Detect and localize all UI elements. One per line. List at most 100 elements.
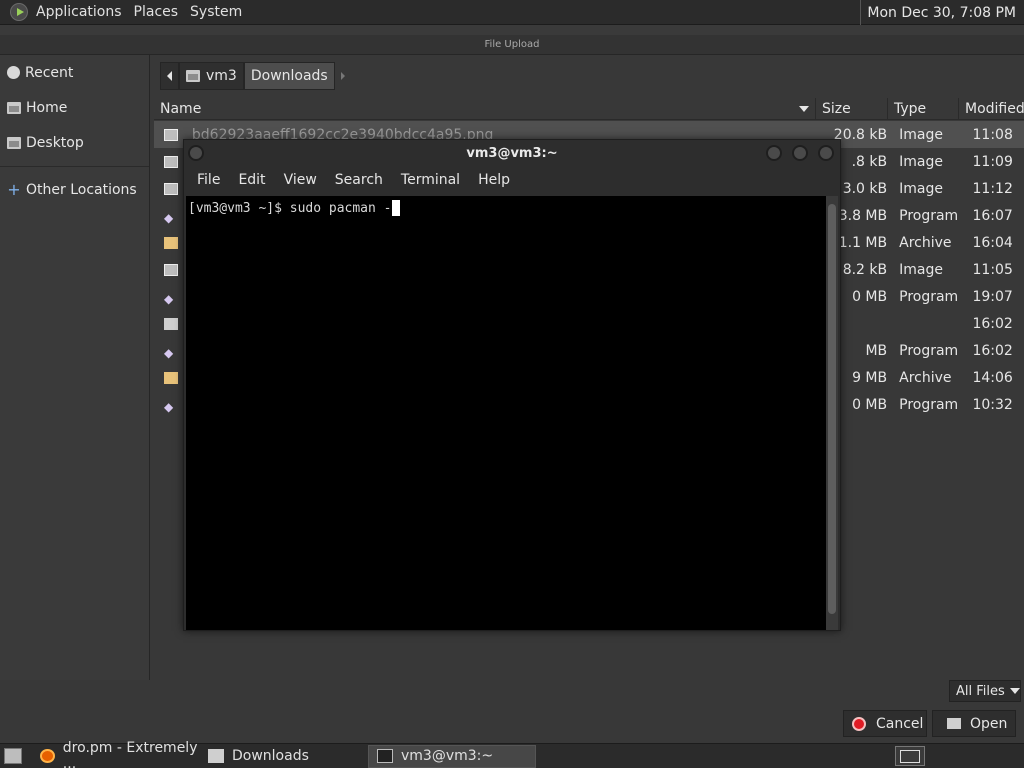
plus-icon: + xyxy=(7,179,21,199)
menu-applications[interactable]: Applications xyxy=(30,4,128,20)
sidebar-item-label: Home xyxy=(26,99,68,116)
menu-system[interactable]: System xyxy=(184,4,248,20)
chevron-down-icon xyxy=(1009,688,1020,694)
file-modified: 10:32 xyxy=(972,396,1013,413)
file-type: Image xyxy=(899,180,943,197)
terminal-scrollbar[interactable] xyxy=(826,196,838,630)
image-file-icon xyxy=(164,155,178,168)
sidebar-item-label: Other Locations xyxy=(26,181,137,198)
cancel-button[interactable]: Cancel xyxy=(843,710,927,737)
desktop-folder-icon xyxy=(7,136,21,149)
file-modified: 16:04 xyxy=(972,234,1013,251)
path-label: Downloads xyxy=(250,68,328,84)
open-label: Open xyxy=(970,715,1008,732)
menu-places[interactable]: Places xyxy=(128,4,185,20)
terminal-menu-help[interactable]: Help xyxy=(469,172,519,188)
terminal-window[interactable]: vm3@vm3:~ File Edit View Search Terminal… xyxy=(183,139,841,631)
path-button-downloads[interactable]: Downloads xyxy=(243,62,335,90)
program-file-icon xyxy=(164,345,178,357)
sidebar-item-label: Desktop xyxy=(26,134,84,151)
home-folder-icon xyxy=(7,101,21,114)
bottom-taskbar: dro.pm - Extremely ... Downloads vm3@vm3… xyxy=(0,740,1024,768)
firefox-icon xyxy=(40,749,55,763)
open-button[interactable]: Open xyxy=(932,710,1016,737)
home-folder-icon xyxy=(186,70,200,82)
terminal-titlebar[interactable]: vm3@vm3:~ xyxy=(184,140,840,166)
clock[interactable]: Mon Dec 30, 7:08 PM xyxy=(860,0,1024,25)
maximize-icon[interactable] xyxy=(792,145,808,161)
filter-label: All Files xyxy=(956,683,1005,699)
taskbar-item-terminal[interactable]: vm3@vm3:~ xyxy=(368,744,536,768)
terminal-menu-terminal[interactable]: Terminal xyxy=(392,172,469,188)
path-bar: vm3 Downloads xyxy=(160,62,351,90)
terminal-prompt-line[interactable]: [vm3@vm3 ~]$ sudo pacman - xyxy=(186,196,826,216)
window-menu-icon[interactable] xyxy=(188,145,204,161)
cancel-label: Cancel xyxy=(876,715,924,732)
chevron-right-icon xyxy=(340,72,345,80)
terminal-menu-search[interactable]: Search xyxy=(326,172,392,188)
sidebar-item-other-locations[interactable]: + Other Locations xyxy=(0,172,149,207)
chevron-left-icon xyxy=(167,71,172,81)
column-label: Name xyxy=(160,101,202,117)
file-modified: 16:02 xyxy=(972,342,1013,359)
file-type: Archive xyxy=(899,369,952,386)
archive-file-icon xyxy=(164,371,178,384)
sort-down-icon xyxy=(799,106,809,112)
path-label: vm3 xyxy=(206,68,237,84)
terminal-menu-edit[interactable]: Edit xyxy=(229,172,274,188)
close-icon[interactable] xyxy=(818,145,834,161)
terminal-output[interactable]: [vm3@vm3 ~]$ sudo pacman - xyxy=(186,196,826,630)
file-filter-dropdown[interactable]: All Files xyxy=(949,680,1021,702)
column-label: Size xyxy=(822,101,851,117)
taskbar-item-firefox[interactable]: dro.pm - Extremely ... xyxy=(32,740,200,768)
task-label: Downloads xyxy=(232,748,309,764)
path-button-vm3[interactable]: vm3 xyxy=(179,62,244,90)
file-modified: 11:12 xyxy=(972,180,1013,197)
program-file-icon xyxy=(164,291,178,303)
path-forward-button[interactable] xyxy=(335,62,351,90)
archive-file-icon xyxy=(164,236,178,249)
file-modified: 11:05 xyxy=(972,261,1013,278)
cancel-icon xyxy=(852,716,866,731)
column-header-type[interactable]: Type xyxy=(888,98,959,120)
file-type: Program xyxy=(899,396,959,413)
file-type: Program xyxy=(899,288,959,305)
terminal-icon xyxy=(377,749,393,763)
column-header-name[interactable]: Name xyxy=(154,98,816,120)
scrollbar-thumb[interactable] xyxy=(828,204,836,614)
applications-logo-icon[interactable] xyxy=(10,3,28,21)
file-modified: 14:06 xyxy=(972,369,1013,386)
column-header-size[interactable]: Size xyxy=(816,98,888,120)
program-file-icon xyxy=(164,210,178,222)
terminal-prompt-text: [vm3@vm3 ~]$ sudo pacman - xyxy=(188,200,392,216)
file-type: Program xyxy=(899,207,959,224)
minimize-icon[interactable] xyxy=(766,145,782,161)
sidebar-item-desktop[interactable]: Desktop xyxy=(0,125,149,160)
workspace-icon xyxy=(900,750,920,763)
terminal-title: vm3@vm3:~ xyxy=(466,145,558,161)
file-modified: 19:07 xyxy=(972,288,1013,305)
folder-file-icon xyxy=(164,317,178,330)
sidebar-divider xyxy=(0,166,149,167)
image-file-icon xyxy=(164,263,178,276)
file-modified: 16:07 xyxy=(972,207,1013,224)
image-file-icon xyxy=(164,128,178,141)
task-label: dro.pm - Extremely ... xyxy=(62,740,198,768)
file-modified: 11:08 xyxy=(972,126,1013,143)
top-panel: Applications Places System Mon Dec 30, 7… xyxy=(0,0,1024,25)
file-type: Image xyxy=(899,261,943,278)
path-back-button[interactable] xyxy=(160,62,179,90)
sidebar-item-recent[interactable]: Recent xyxy=(0,55,149,90)
column-header-modified[interactable]: Modified xyxy=(959,98,1024,120)
file-type: Image xyxy=(899,153,943,170)
file-modified: 11:09 xyxy=(972,153,1013,170)
sidebar-item-label: Recent xyxy=(25,64,74,81)
column-label: Modified xyxy=(965,101,1024,117)
show-desktop-icon[interactable] xyxy=(4,748,22,764)
workspace-switcher[interactable] xyxy=(895,746,925,766)
sidebar-item-home[interactable]: Home xyxy=(0,90,149,125)
taskbar-item-downloads[interactable]: Downloads xyxy=(200,745,368,768)
folder-icon xyxy=(208,749,224,763)
terminal-menu-view[interactable]: View xyxy=(275,172,326,188)
terminal-menu-file[interactable]: File xyxy=(188,172,229,188)
